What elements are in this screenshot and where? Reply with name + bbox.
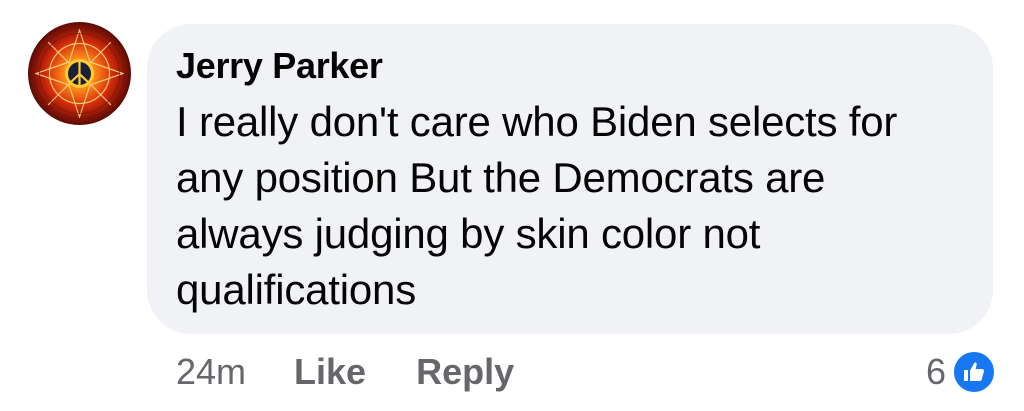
- reaction-summary[interactable]: 6: [926, 348, 996, 396]
- comment: Jerry Parker I really don't care who Bid…: [0, 0, 1024, 411]
- reply-button[interactable]: Reply: [416, 351, 514, 393]
- comment-timestamp[interactable]: 24m: [176, 351, 246, 393]
- comment-bubble: Jerry Parker I really don't care who Bid…: [147, 24, 993, 334]
- thumbs-up-icon: [952, 350, 996, 394]
- like-button[interactable]: Like: [294, 351, 366, 393]
- reaction-count: 6: [925, 351, 946, 392]
- peace-sign-icon: [28, 22, 131, 125]
- comment-author[interactable]: Jerry Parker: [176, 46, 963, 86]
- comment-text: I really don't care who Biden selects fo…: [176, 98, 898, 313]
- comment-actions: 24m Like Reply: [176, 348, 514, 396]
- avatar[interactable]: [28, 22, 131, 125]
